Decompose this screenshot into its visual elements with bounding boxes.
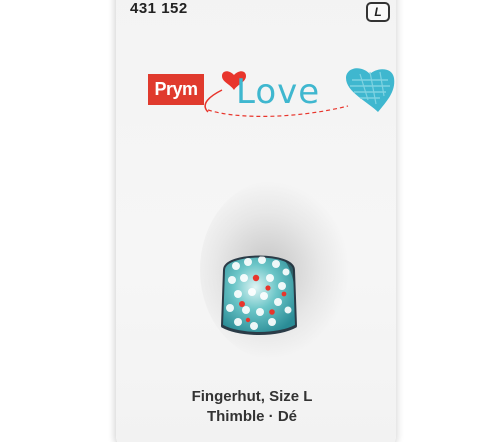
product-line-text: Love [236, 72, 321, 112]
thimble-icon [220, 255, 298, 335]
size-badge: L [366, 2, 390, 22]
product-name: Fingerhut, Size L [191, 388, 313, 405]
article-number: 431 152 [130, 0, 188, 17]
brand-logo: Prym [148, 74, 204, 105]
swirl-line [204, 89, 223, 113]
blue-heart-icon [346, 68, 395, 112]
product-translations: Thimble · Dé [206, 408, 297, 425]
